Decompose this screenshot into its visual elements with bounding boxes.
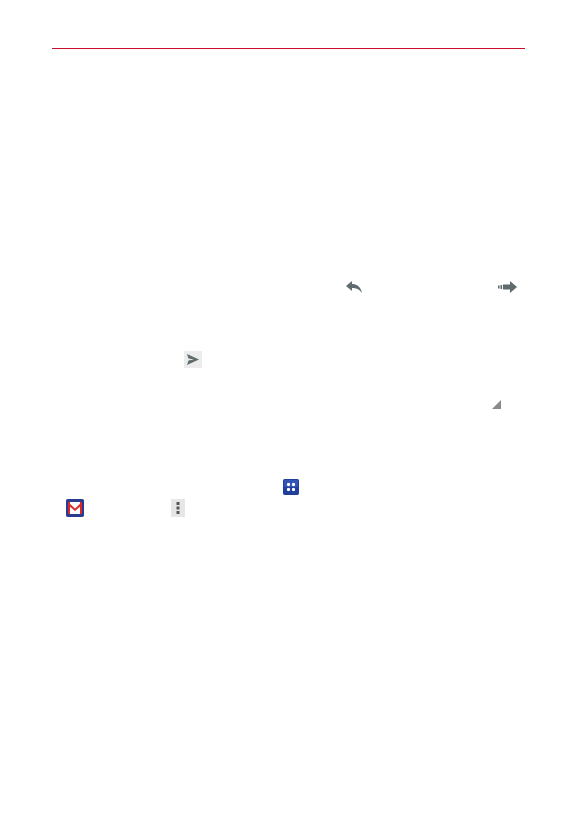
gmail-icon [66,499,84,517]
reply-icon [345,280,363,294]
apps-icon [283,479,299,495]
header-rule [52,48,525,49]
resize-handle-icon [492,400,501,409]
forward-icon [498,280,518,294]
menu-icon [171,499,185,517]
send-icon [184,351,202,368]
